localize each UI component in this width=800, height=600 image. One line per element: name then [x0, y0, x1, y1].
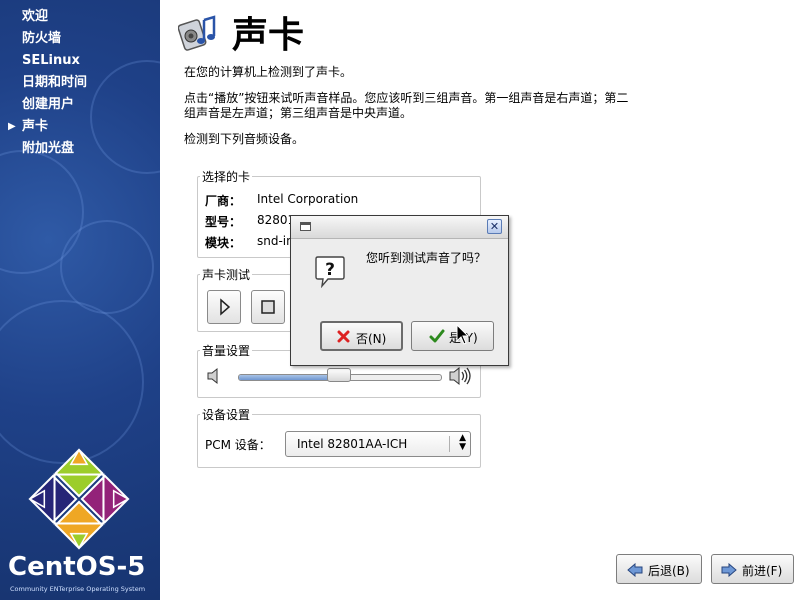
volume-slider-fill — [239, 375, 340, 380]
cancel-x-icon — [337, 330, 350, 343]
arrow-right-icon — [721, 563, 737, 577]
module-key: 模块： — [205, 236, 242, 250]
stop-icon — [261, 300, 275, 314]
sidebar-item-firewall: 防火墙 — [0, 28, 160, 50]
play-button[interactable] — [207, 290, 241, 324]
mouse-cursor-icon — [456, 324, 470, 345]
question-icon: ? — [315, 256, 345, 288]
sidebar-item-label: 欢迎 — [22, 9, 49, 24]
play-icon — [220, 298, 231, 316]
stop-button[interactable] — [251, 290, 285, 324]
arrow-left-icon — [627, 563, 643, 577]
yes-button[interactable]: 是(Y) — [411, 321, 494, 351]
window-icon — [300, 222, 311, 231]
current-step-arrow-icon: ▶ — [8, 121, 16, 132]
vendor-key: 厂商： — [205, 194, 242, 208]
dialog-titlebar: ✕ — [291, 216, 508, 239]
checkmark-icon — [429, 329, 445, 343]
devices-text: 检测到下列音频设备。 — [184, 132, 305, 146]
detected-text: 在您的计算机上检测到了声卡。 — [184, 65, 353, 79]
sidebar-item-label: 日期和时间 — [22, 75, 88, 90]
combo-separator — [449, 436, 450, 452]
decor-swirl — [60, 220, 154, 314]
next-button[interactable]: 前进(F) — [711, 554, 794, 584]
sidebar-item-label: SELinux — [22, 53, 80, 68]
sound-card-icon — [178, 15, 216, 51]
selected-card-label: 选择的卡 — [200, 168, 253, 185]
centos-logo-icon — [28, 448, 130, 550]
up-down-arrows-icon: ▲ ▼ — [459, 433, 466, 452]
sidebar-item-label: 防火墙 — [22, 31, 62, 46]
confirm-dialog: ✕ ? 您听到测试声音了吗？ 否(N) 是(Y) — [290, 215, 509, 366]
pcm-device-value: Intel 82801AA-ICH — [297, 437, 408, 451]
sidebar-item-label: 声卡 — [22, 119, 49, 134]
pcm-device-select[interactable]: Intel 82801AA-ICH ▲ ▼ — [285, 431, 471, 457]
dialog-message: 您听到测试声音了吗？ — [366, 251, 487, 265]
sidebar-item-label: 创建用户 — [22, 97, 75, 112]
model-key: 型号： — [205, 215, 242, 229]
sidebar-item-selinux: SELinux — [0, 50, 160, 72]
close-icon[interactable]: ✕ — [487, 219, 502, 234]
volume-label: 音量设置 — [200, 342, 253, 359]
volume-high-icon — [449, 366, 471, 386]
brand-tagline: Community ENTerprise Operating System — [10, 585, 146, 593]
device-settings-label: 设备设置 — [200, 406, 253, 423]
sidebar-item-sound-card: ▶ 声卡 — [0, 116, 160, 138]
sidebar-item-label: 附加光盘 — [22, 141, 75, 156]
back-button-label: 后退(B) — [648, 564, 690, 578]
sidebar-nav: 欢迎 防火墙 SELinux 日期和时间 创建用户 ▶ 声卡 附加光盘 — [0, 6, 160, 160]
module-value: snd-in — [257, 234, 294, 248]
page-title: 声卡 — [232, 15, 305, 56]
no-button-label: 否(N) — [356, 332, 387, 346]
brand-name: CentOS-5 — [8, 552, 146, 582]
volume-low-icon — [207, 367, 218, 385]
decor-swirl — [0, 300, 144, 464]
vendor-value: Intel Corporation — [257, 192, 359, 206]
volume-slider-thumb[interactable] — [327, 368, 351, 382]
sidebar-item-additional-cds: 附加光盘 — [0, 138, 160, 160]
sound-test-label: 声卡测试 — [200, 266, 253, 283]
svg-text:?: ? — [325, 260, 335, 280]
sidebar-item-datetime: 日期和时间 — [0, 72, 160, 94]
back-button[interactable]: 后退(B) — [616, 554, 702, 584]
next-button-label: 前进(F) — [742, 564, 783, 578]
sidebar-item-welcome: 欢迎 — [0, 6, 160, 28]
pcm-device-label: PCM 设备： — [205, 438, 271, 452]
sidebar: 欢迎 防火墙 SELinux 日期和时间 创建用户 ▶ 声卡 附加光盘 CentO… — [0, 0, 160, 600]
sidebar-item-create-user: 创建用户 — [0, 94, 160, 116]
instruction-text-line2: 组声音是左声道；第三组声音是中央声道。 — [184, 106, 413, 120]
no-button[interactable]: 否(N) — [320, 321, 403, 351]
